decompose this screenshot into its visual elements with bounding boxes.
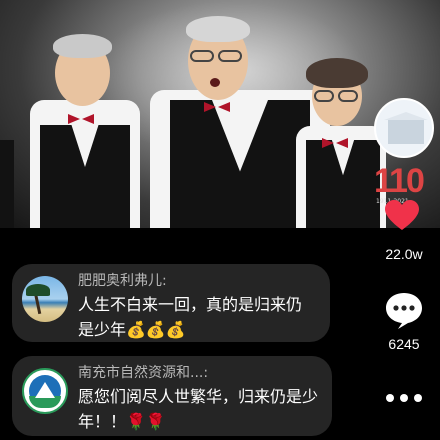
commenter-name[interactable]: 肥肥奥利弗儿: xyxy=(78,272,316,290)
comment-bubble[interactable]: 南充市自然资源和...: 愿您们阅尽人世繁华，归来仍是少年！！🌹🌹 xyxy=(12,356,332,436)
comment-bubble[interactable]: 肥肥奥利弗儿: 人生不白来一回，真的是归来仍是少年💰💰💰 xyxy=(12,264,330,342)
commenter-name[interactable]: 南充市自然资源和...: xyxy=(78,364,318,382)
video-player[interactable]: 110 1911-2021 xyxy=(0,0,440,228)
anniversary-number: 110 xyxy=(374,162,425,200)
singer-edge xyxy=(0,140,18,228)
comment-text: 愿您们阅尽人世繁华，归来仍是少年！！🌹🌹 xyxy=(78,387,319,431)
avatar[interactable] xyxy=(22,276,68,322)
like-count: 22.0w xyxy=(385,246,423,262)
comment-text: 人生不白来一回，真的是归来仍是少年💰💰💰 xyxy=(78,295,303,339)
comment-count: 6245 xyxy=(388,336,420,352)
comment-bubble-icon[interactable] xyxy=(384,290,424,330)
more-dots-icon[interactable] xyxy=(386,390,422,406)
singer-left xyxy=(20,30,150,228)
avatar[interactable] xyxy=(22,368,68,414)
university-logo xyxy=(374,98,434,158)
heart-icon[interactable] xyxy=(385,200,419,232)
